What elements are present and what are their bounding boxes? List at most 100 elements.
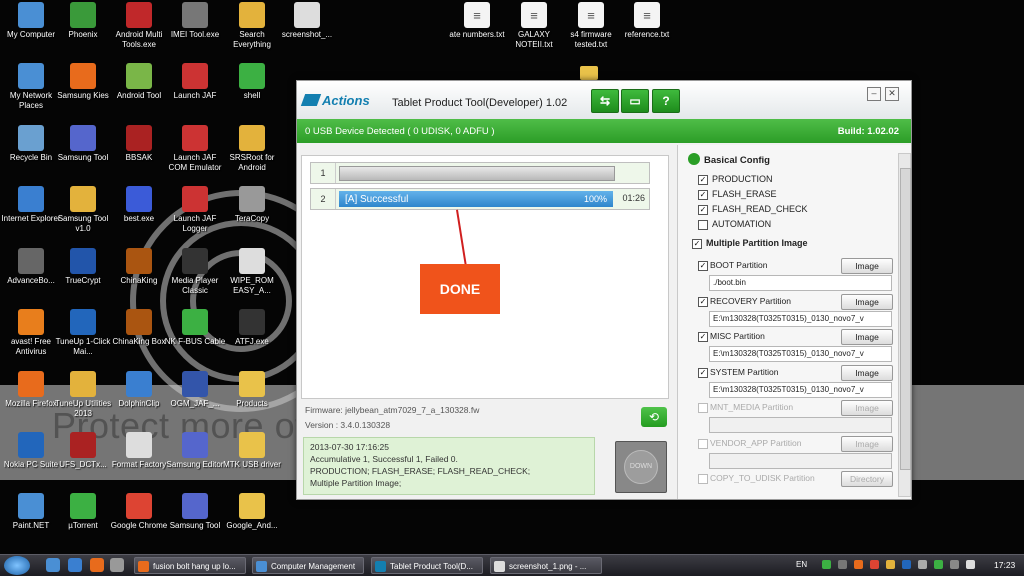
partition-image-button[interactable]: Image <box>841 364 893 381</box>
desktop-icon[interactable]: Products <box>221 371 283 409</box>
desktop-file-reference[interactable]: ≡ reference.txt <box>616 2 678 40</box>
document-button[interactable]: ▭ <box>621 89 649 113</box>
tray-icon[interactable] <box>822 560 831 569</box>
partition-image-button[interactable]: Image <box>841 400 893 416</box>
partition-checkbox[interactable]: ✓ <box>698 296 708 307</box>
show-desktop-icon[interactable] <box>46 558 60 572</box>
scrollbar-thumb[interactable] <box>900 168 911 470</box>
desktop-icon[interactable]: IMEI Tool.exe <box>164 2 226 40</box>
desktop-icon[interactable]: Android Tool <box>108 63 170 101</box>
partition-checkbox[interactable]: ✓ <box>698 367 708 378</box>
device-row[interactable]: 1 <box>310 162 650 184</box>
tray-icon[interactable] <box>886 560 895 569</box>
taskbar-button[interactable]: Tablet Product Tool(D... <box>371 557 483 574</box>
partition-checkbox[interactable]: ✓ <box>698 332 708 342</box>
desktop-icon[interactable]: TrueCrypt <box>52 248 114 286</box>
volume-icon[interactable] <box>966 560 975 569</box>
usb-button[interactable]: ⇆ <box>591 89 619 113</box>
desktop-icon[interactable]: Format Factory <box>108 432 170 470</box>
minimize-button[interactable]: – <box>867 87 881 101</box>
desktop-file-galaxy-note[interactable]: ≡ GALAXY NOTEII.txt <box>503 2 565 50</box>
desktop-icon[interactable]: µTorrent <box>52 493 114 531</box>
tray-icon[interactable] <box>870 560 879 569</box>
desktop-icon[interactable]: UFS_DCTx... <box>52 432 114 470</box>
language-indicator[interactable]: EN <box>796 560 807 569</box>
desktop-icon[interactable]: Samsung Tool <box>164 493 226 531</box>
desktop-icon[interactable]: Google Chrome <box>108 493 170 531</box>
partition-image-button[interactable]: Image <box>841 329 893 345</box>
desktop-icon[interactable]: ChinaKing <box>108 248 170 286</box>
partition-path-field[interactable] <box>709 452 892 469</box>
desktop-icon[interactable]: BBSAK <box>108 125 170 163</box>
taskbar-button[interactable]: fusion bolt hang up lo... <box>134 557 246 574</box>
tray-icon[interactable] <box>918 560 927 569</box>
desktop-icon[interactable]: Android Multi Tools.exe <box>108 2 170 50</box>
multi-partition-checkbox[interactable]: ✓ <box>692 239 702 249</box>
firefox-icon[interactable] <box>90 558 104 572</box>
desktop-icon[interactable]: Media Player Classic <box>164 248 226 296</box>
partition-checkbox[interactable] <box>698 403 708 413</box>
quick-launch-icon[interactable] <box>110 558 124 572</box>
download-button[interactable]: DOWN <box>615 441 667 493</box>
desktop-icon[interactable]: Phoenix <box>52 2 114 40</box>
desktop-icon[interactable]: ChinaKing Box <box>108 309 170 347</box>
desktop-icon[interactable]: shell <box>221 63 283 101</box>
partition-checkbox[interactable] <box>698 438 708 449</box>
tray-icon[interactable] <box>838 560 847 569</box>
refresh-button[interactable]: ⟲ <box>641 407 667 427</box>
desktop-icon[interactable]: MTK USB driver <box>221 432 283 470</box>
desktop-icon[interactable]: WIPE_ROM EASY_A... <box>221 248 283 296</box>
progress-bar: [A] Successful 100% <box>339 191 613 207</box>
start-button[interactable] <box>4 556 30 575</box>
desktop-icon[interactable]: TeraCopy <box>221 186 283 224</box>
partition-image-button[interactable]: Image <box>841 293 893 310</box>
partition-image-button[interactable]: Directory <box>841 471 893 487</box>
taskbar-button[interactable]: Computer Management <box>252 557 364 574</box>
help-button[interactable]: ? <box>652 89 680 113</box>
desktop-icon[interactable]: ATFJ.exe <box>221 309 283 347</box>
tray-icon[interactable] <box>854 560 863 569</box>
desktop-icon[interactable]: best.exe <box>108 186 170 224</box>
desktop-icon[interactable]: DolphinClip <box>108 371 170 409</box>
partition-image-button[interactable]: Image <box>841 258 893 274</box>
tray-icon[interactable] <box>934 560 943 569</box>
tray-icon[interactable] <box>950 560 959 569</box>
partition-checkbox[interactable]: ✓ <box>698 261 708 271</box>
clock[interactable]: 17:23 <box>994 560 1015 570</box>
desktop-icon[interactable]: Samsung Tool v1.0 <box>52 186 114 234</box>
desktop-icon[interactable]: Search Everything <box>221 2 283 50</box>
desktop-icon[interactable]: Samsung Editor <box>164 432 226 470</box>
partition-path-field[interactable]: ./boot.bin <box>709 275 892 291</box>
partition-image-button[interactable]: Image <box>841 435 893 452</box>
partition-path-field[interactable]: E:\m130328(T0325T0315)_0130_novo7_v <box>709 310 892 327</box>
option-checkbox[interactable]: ✓ <box>698 175 708 185</box>
desktop-file-ate-numbers[interactable]: ≡ ate numbers.txt <box>446 2 508 40</box>
partition-path-field[interactable] <box>709 417 892 433</box>
partition-path-field[interactable]: E:\m130328(T0325T0315)_0130_novo7_v <box>709 346 892 362</box>
desktop-icon[interactable]: OGM_JAF_... <box>164 371 226 409</box>
ie-icon[interactable] <box>68 558 82 572</box>
taskbar-button[interactable]: screenshot_1.png - ... <box>490 557 602 574</box>
desktop-icon[interactable]: Samsung Kies <box>52 63 114 101</box>
desktop-icon[interactable]: Launch JAF COM Emulator <box>164 125 226 173</box>
desktop-icon[interactable]: NK F-BUS Cable <box>164 309 226 347</box>
device-row[interactable]: 2 [A] Successful 100% 01:26 <box>310 188 650 210</box>
close-button[interactable]: ✕ <box>885 87 899 101</box>
desktop-icon[interactable]: screenshot_... <box>276 2 338 40</box>
desktop-icon[interactable]: Launch JAF Logger <box>164 186 226 234</box>
desktop-icon[interactable]: TuneUp 1-Click Mai... <box>52 309 114 357</box>
folder-icon[interactable] <box>580 66 598 80</box>
partition-checkbox[interactable] <box>698 474 708 484</box>
partition-path-field[interactable]: E:\m130328(T0325T0315)_0130_novo7_v <box>709 381 892 398</box>
desktop-icon[interactable]: Google_And... <box>221 493 283 531</box>
option-checkbox[interactable] <box>698 220 708 230</box>
option-checkbox[interactable]: ✓ <box>698 205 708 215</box>
desktop-file-s4-firmware[interactable]: ≡ s4 firmware tested.txt <box>560 2 622 50</box>
desktop-icon[interactable]: Samsung Tool <box>52 125 114 163</box>
config-scrollbar[interactable] <box>898 153 911 497</box>
desktop-icon[interactable]: SRSRoot for Android <box>221 125 283 173</box>
tray-icon[interactable] <box>902 560 911 569</box>
desktop-icon[interactable]: TuneUp Utilities 2013 <box>52 371 114 419</box>
option-checkbox[interactable]: ✓ <box>698 190 708 200</box>
desktop-icon[interactable]: Launch JAF <box>164 63 226 101</box>
